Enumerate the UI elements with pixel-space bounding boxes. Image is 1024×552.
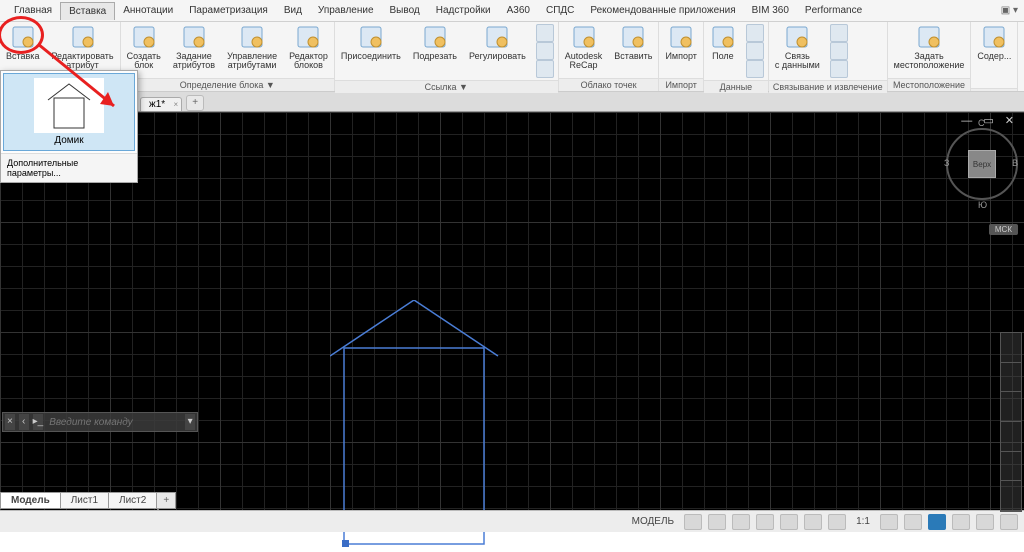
tab-featured[interactable]: Рекомендованные приложения <box>582 2 743 19</box>
tab-bim360[interactable]: BIM 360 <box>744 2 797 19</box>
status-snap-icon[interactable] <box>708 514 726 530</box>
add-tab-button[interactable]: + <box>186 95 204 111</box>
status-model[interactable]: МОДЕЛЬ <box>628 516 678 527</box>
block-item-label: Домик <box>8 135 130 146</box>
ribbon-recap-button[interactable]: Autodesk ReCap <box>559 22 609 78</box>
file-tabs: ж1* × + <box>0 92 1024 112</box>
status-custom-icon[interactable] <box>1000 514 1018 530</box>
block-gallery-item[interactable]: Домик <box>3 73 135 151</box>
status-plus-icon[interactable] <box>904 514 922 530</box>
viewcube-top[interactable]: Верх <box>968 150 996 178</box>
tab-overflow-icon[interactable]: ▣ ▾ <box>995 5 1024 16</box>
tab-manage[interactable]: Управление <box>310 2 382 19</box>
layout-tab-sheet1[interactable]: Лист1 <box>60 492 109 509</box>
layout-tab-sheet2[interactable]: Лист2 <box>108 492 157 509</box>
status-iso-icon[interactable] <box>928 514 946 530</box>
tab-addins[interactable]: Надстройки <box>428 2 499 19</box>
file-tab-name: ж1* <box>149 99 165 110</box>
ribbon-small-button[interactable] <box>536 24 554 42</box>
ribbon-import-button[interactable]: Импорт <box>659 22 702 78</box>
ribbon-small-button[interactable] <box>746 60 764 78</box>
cmd-history-icon[interactable]: ‹ <box>19 414 29 430</box>
tab-output[interactable]: Вывод <box>382 2 428 19</box>
ribbon-datalink-button[interactable]: Связь с данными <box>769 22 826 80</box>
svg-text:X: X <box>200 535 207 546</box>
status-lwt-icon[interactable] <box>804 514 822 530</box>
file-tab[interactable]: ж1* × <box>140 97 182 111</box>
viewcube[interactable]: Верх С Ю В З МСК <box>946 118 1018 210</box>
cmd-menu-icon[interactable]: ▾ <box>185 414 195 430</box>
tab-perf[interactable]: Performance <box>797 2 870 19</box>
ribbon-insert2-button[interactable]: Вставить <box>608 22 658 78</box>
command-input[interactable] <box>45 417 183 428</box>
status-gear-icon[interactable] <box>880 514 898 530</box>
viewcube-wcs[interactable]: МСК <box>989 224 1018 235</box>
status-ortho-icon[interactable] <box>732 514 750 530</box>
ribbon-adjust-button[interactable]: Регулировать <box>463 22 532 80</box>
navigation-bar[interactable] <box>1000 332 1022 512</box>
ribbon-small-button[interactable] <box>830 24 848 42</box>
viewcube-e[interactable]: В <box>1012 158 1018 168</box>
cmd-prompt-icon: ▸_ <box>33 414 44 430</box>
insert-block-dropdown: Домик Дополнительные параметры... <box>0 70 138 183</box>
status-bar: МОДЕЛЬ 1:1 <box>0 510 1024 532</box>
command-line[interactable]: × ‹ ▸_ ▾ <box>2 412 198 432</box>
viewport-controls[interactable]: — ▭ ✕ <box>961 114 1018 127</box>
ribbon-clip-button[interactable]: Подрезать <box>407 22 463 80</box>
drawing-canvas[interactable]: — ▭ ✕ X Y Верх С Ю В З МСК × ‹ ▸_ ▾ <box>0 112 1024 510</box>
dropdown-more-options[interactable]: Дополнительные параметры... <box>1 153 137 182</box>
status-scale[interactable]: 1:1 <box>852 516 874 527</box>
ribbon-small-button[interactable] <box>830 42 848 60</box>
ribbon-set-attr-button[interactable]: Задание атрибутов <box>167 22 221 78</box>
ribbon-field-button[interactable]: Поле <box>704 22 742 80</box>
ribbon-small-button[interactable] <box>746 42 764 60</box>
ribbon-small-button[interactable] <box>830 60 848 78</box>
ribbon-small-button[interactable] <box>536 60 554 78</box>
ribbon-small-button[interactable] <box>746 24 764 42</box>
tab-spds[interactable]: СПДС <box>538 2 582 19</box>
ribbon-block-editor-button[interactable]: Редактор блоков <box>283 22 334 78</box>
status-transp-icon[interactable] <box>828 514 846 530</box>
tab-home[interactable]: Главная <box>6 2 60 19</box>
tab-a360[interactable]: A360 <box>499 2 538 19</box>
viewcube-w[interactable]: З <box>944 158 949 168</box>
ribbon-small-button[interactable] <box>536 42 554 60</box>
status-polar-icon[interactable] <box>756 514 774 530</box>
viewcube-s[interactable]: Ю <box>978 200 987 210</box>
layout-tabs: Модель Лист1 Лист2 + <box>0 490 176 510</box>
ribbon-geoloc-button[interactable]: Задать местоположение <box>888 22 971 78</box>
tab-annot[interactable]: Аннотации <box>115 2 181 19</box>
tab-param[interactable]: Параметризация <box>181 2 276 19</box>
ribbon-content-button[interactable]: Содер... <box>971 22 1017 88</box>
ribbon: ВставкаРедактировать атрибутСоздать блок… <box>0 22 1024 92</box>
ribbon-manage-attr-button[interactable]: Управление атрибутами <box>221 22 283 78</box>
ribbon-attach-button[interactable]: Присоединить <box>335 22 407 80</box>
cmd-close-icon[interactable]: × <box>5 414 15 430</box>
status-osnap-icon[interactable] <box>780 514 798 530</box>
status-grid-icon[interactable] <box>684 514 702 530</box>
tab-view[interactable]: Вид <box>276 2 310 19</box>
layout-tab-model[interactable]: Модель <box>0 492 61 509</box>
tab-insert[interactable]: Вставка <box>60 2 115 20</box>
close-icon[interactable]: × <box>173 100 178 109</box>
status-clean-icon[interactable] <box>976 514 994 530</box>
status-ws-icon[interactable] <box>952 514 970 530</box>
menu-tabs: Главная Вставка Аннотации Параметризация… <box>0 0 1024 22</box>
layout-add-button[interactable]: + <box>156 492 176 509</box>
